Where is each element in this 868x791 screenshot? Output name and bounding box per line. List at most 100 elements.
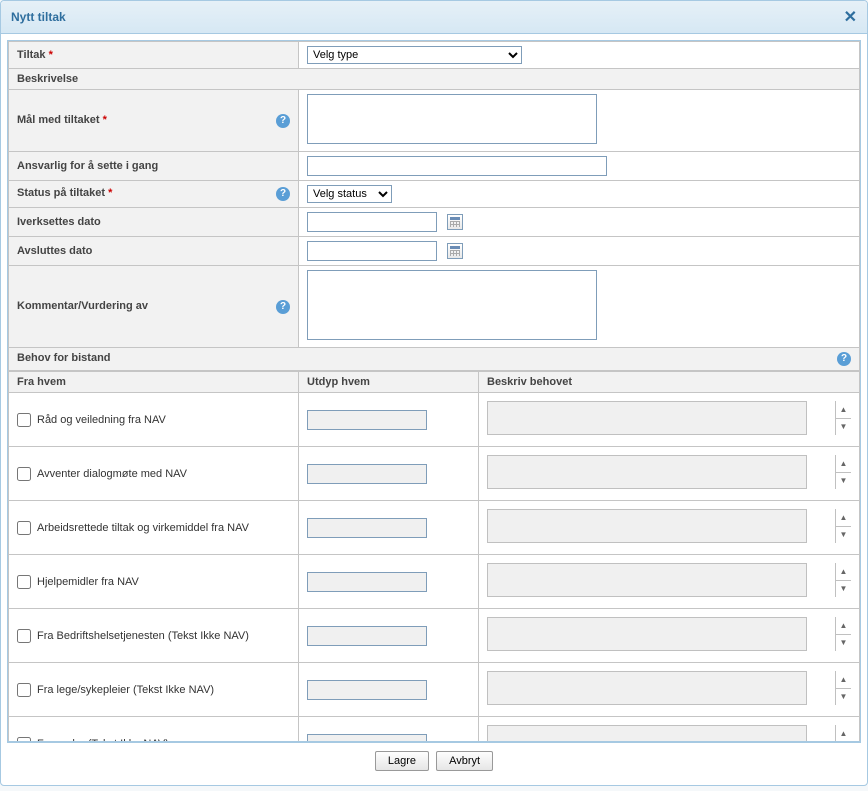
avsluttes-value-cell (299, 237, 860, 266)
chevron-down-icon[interactable]: ▼ (835, 473, 851, 490)
beskriv-textarea[interactable] (487, 617, 807, 651)
resize-spinner[interactable]: ▲▼ (835, 563, 851, 597)
beskriv-textarea[interactable] (487, 725, 807, 741)
chevron-up-icon[interactable]: ▲ (835, 455, 851, 473)
dialog-title: Nytt tiltak (11, 10, 66, 24)
resize-spinner[interactable]: ▲▼ (835, 455, 851, 489)
bistand-checkbox[interactable] (17, 575, 31, 589)
bistand-beskriv-cell: ▲▼ (479, 501, 860, 555)
tiltak-type-select[interactable]: Velg type (307, 46, 522, 64)
resize-spinner[interactable]: ▲▼ (835, 401, 851, 435)
beskrivelse-label-cell: Beskrivelse (9, 69, 860, 90)
bistand-beskriv-cell: ▲▼ (479, 663, 860, 717)
bistand-fra-cell: Arbeidsrettede tiltak og virkemiddel fra… (9, 501, 299, 555)
chevron-down-icon[interactable]: ▼ (835, 527, 851, 544)
iverksettes-value-cell (299, 208, 860, 237)
bistand-checkbox[interactable] (17, 413, 31, 427)
chevron-up-icon[interactable]: ▲ (835, 725, 851, 741)
chevron-down-icon[interactable]: ▼ (835, 419, 851, 436)
beskriv-textarea[interactable] (487, 401, 807, 435)
help-icon[interactable]: ? (837, 352, 851, 366)
help-icon[interactable]: ? (276, 300, 290, 314)
bistand-check-label[interactable]: Fra andre (Tekst Ikke NAV) (17, 737, 290, 742)
chevron-up-icon[interactable]: ▲ (835, 401, 851, 419)
bistand-check-label[interactable]: Fra lege/sykepleier (Tekst Ikke NAV) (17, 683, 290, 697)
chevron-down-icon[interactable]: ▼ (835, 689, 851, 706)
bistand-check-label[interactable]: Hjelpemidler fra NAV (17, 575, 290, 589)
bistand-checkbox[interactable] (17, 629, 31, 643)
bistand-row: Fra Bedriftshelsetjenesten (Tekst Ikke N… (9, 609, 860, 663)
avsluttes-date-input[interactable] (307, 241, 437, 261)
dialog-body: Tiltak * Velg type Beskrivelse (1, 34, 867, 785)
bistand-fra-cell: Fra Bedriftshelsetjenesten (Tekst Ikke N… (9, 609, 299, 663)
bistand-row: Fra andre (Tekst Ikke NAV) ▲▼ (9, 717, 860, 742)
bistand-beskriv-cell: ▲▼ (479, 609, 860, 663)
help-icon[interactable]: ? (276, 187, 290, 201)
mal-label: Mål med tiltaket (17, 114, 100, 126)
required-asterisk: * (46, 49, 53, 61)
utdyp-input[interactable] (307, 734, 427, 742)
bistand-check-label[interactable]: Råd og veiledning fra NAV (17, 413, 290, 427)
bistand-row: Avventer dialogmøte med NAV ▲▼ (9, 447, 860, 501)
utdyp-input[interactable] (307, 680, 427, 700)
bistand-check-label[interactable]: Fra Bedriftshelsetjenesten (Tekst Ikke N… (17, 629, 290, 643)
ansvarlig-input[interactable] (307, 156, 607, 176)
kommentar-textarea[interactable] (307, 270, 597, 340)
calendar-icon[interactable] (447, 214, 463, 230)
ansvarlig-label: Ansvarlig for å sette i gang (17, 160, 158, 172)
status-label-cell: Status på tiltaket * ? (9, 181, 299, 208)
resize-spinner[interactable]: ▲▼ (835, 509, 851, 543)
mal-textarea[interactable] (307, 94, 597, 144)
bistand-checkbox[interactable] (17, 521, 31, 535)
bistand-checkbox[interactable] (17, 683, 31, 697)
chevron-down-icon[interactable]: ▼ (835, 635, 851, 652)
bistand-utdyp-cell (299, 501, 479, 555)
chevron-down-icon[interactable]: ▼ (835, 581, 851, 598)
iverksettes-date-input[interactable] (307, 212, 437, 232)
bistand-label-text: Fra Bedriftshelsetjenesten (Tekst Ikke N… (37, 630, 249, 642)
beskriv-textarea[interactable] (487, 563, 807, 597)
tiltak-label-cell: Tiltak * (9, 42, 299, 69)
resize-spinner[interactable]: ▲▼ (835, 671, 851, 705)
bistand-fra-cell: Råd og veiledning fra NAV (9, 393, 299, 447)
calendar-icon[interactable] (447, 243, 463, 259)
bistand-checkbox[interactable] (17, 737, 31, 742)
bistand-fra-cell: Fra andre (Tekst Ikke NAV) (9, 717, 299, 742)
utdyp-input[interactable] (307, 410, 427, 430)
beskrivelse-label: Beskrivelse (17, 73, 78, 85)
help-icon[interactable]: ? (276, 114, 290, 128)
bistand-beskriv-cell: ▲▼ (479, 717, 860, 742)
utdyp-input[interactable] (307, 626, 427, 646)
status-select[interactable]: Velg status (307, 185, 392, 203)
beskriv-textarea[interactable] (487, 455, 807, 489)
resize-spinner[interactable]: ▲▼ (835, 725, 851, 741)
close-icon[interactable]: ✕ (844, 7, 857, 27)
chevron-up-icon[interactable]: ▲ (835, 509, 851, 527)
beskriv-textarea[interactable] (487, 671, 807, 705)
status-label: Status på tiltaket (17, 187, 105, 199)
beskriv-wrap: ▲▼ (487, 455, 851, 492)
beskriv-textarea[interactable] (487, 509, 807, 543)
lagre-button[interactable]: Lagre (375, 751, 429, 771)
chevron-up-icon[interactable]: ▲ (835, 617, 851, 635)
required-asterisk: * (105, 187, 112, 199)
button-bar: Lagre Avbryt (7, 742, 861, 779)
bistand-checkbox[interactable] (17, 467, 31, 481)
beskriv-wrap: ▲▼ (487, 509, 851, 546)
bistand-fra-cell: Fra lege/sykepleier (Tekst Ikke NAV) (9, 663, 299, 717)
utdyp-input[interactable] (307, 518, 427, 538)
bistand-check-label[interactable]: Arbeidsrettede tiltak og virkemiddel fra… (17, 521, 290, 535)
chevron-up-icon[interactable]: ▲ (835, 671, 851, 689)
bistand-label-text: Fra lege/sykepleier (Tekst Ikke NAV) (37, 684, 214, 696)
scroll-area[interactable]: Tiltak * Velg type Beskrivelse (8, 41, 860, 741)
bistand-check-label[interactable]: Avventer dialogmøte med NAV (17, 467, 290, 481)
bistand-utdyp-cell (299, 393, 479, 447)
utdyp-input[interactable] (307, 572, 427, 592)
mal-value-cell (299, 90, 860, 152)
bistand-row: Hjelpemidler fra NAV ▲▼ (9, 555, 860, 609)
bistand-fra-cell: Hjelpemidler fra NAV (9, 555, 299, 609)
utdyp-input[interactable] (307, 464, 427, 484)
avbryt-button[interactable]: Avbryt (436, 751, 493, 771)
chevron-up-icon[interactable]: ▲ (835, 563, 851, 581)
resize-spinner[interactable]: ▲▼ (835, 617, 851, 651)
